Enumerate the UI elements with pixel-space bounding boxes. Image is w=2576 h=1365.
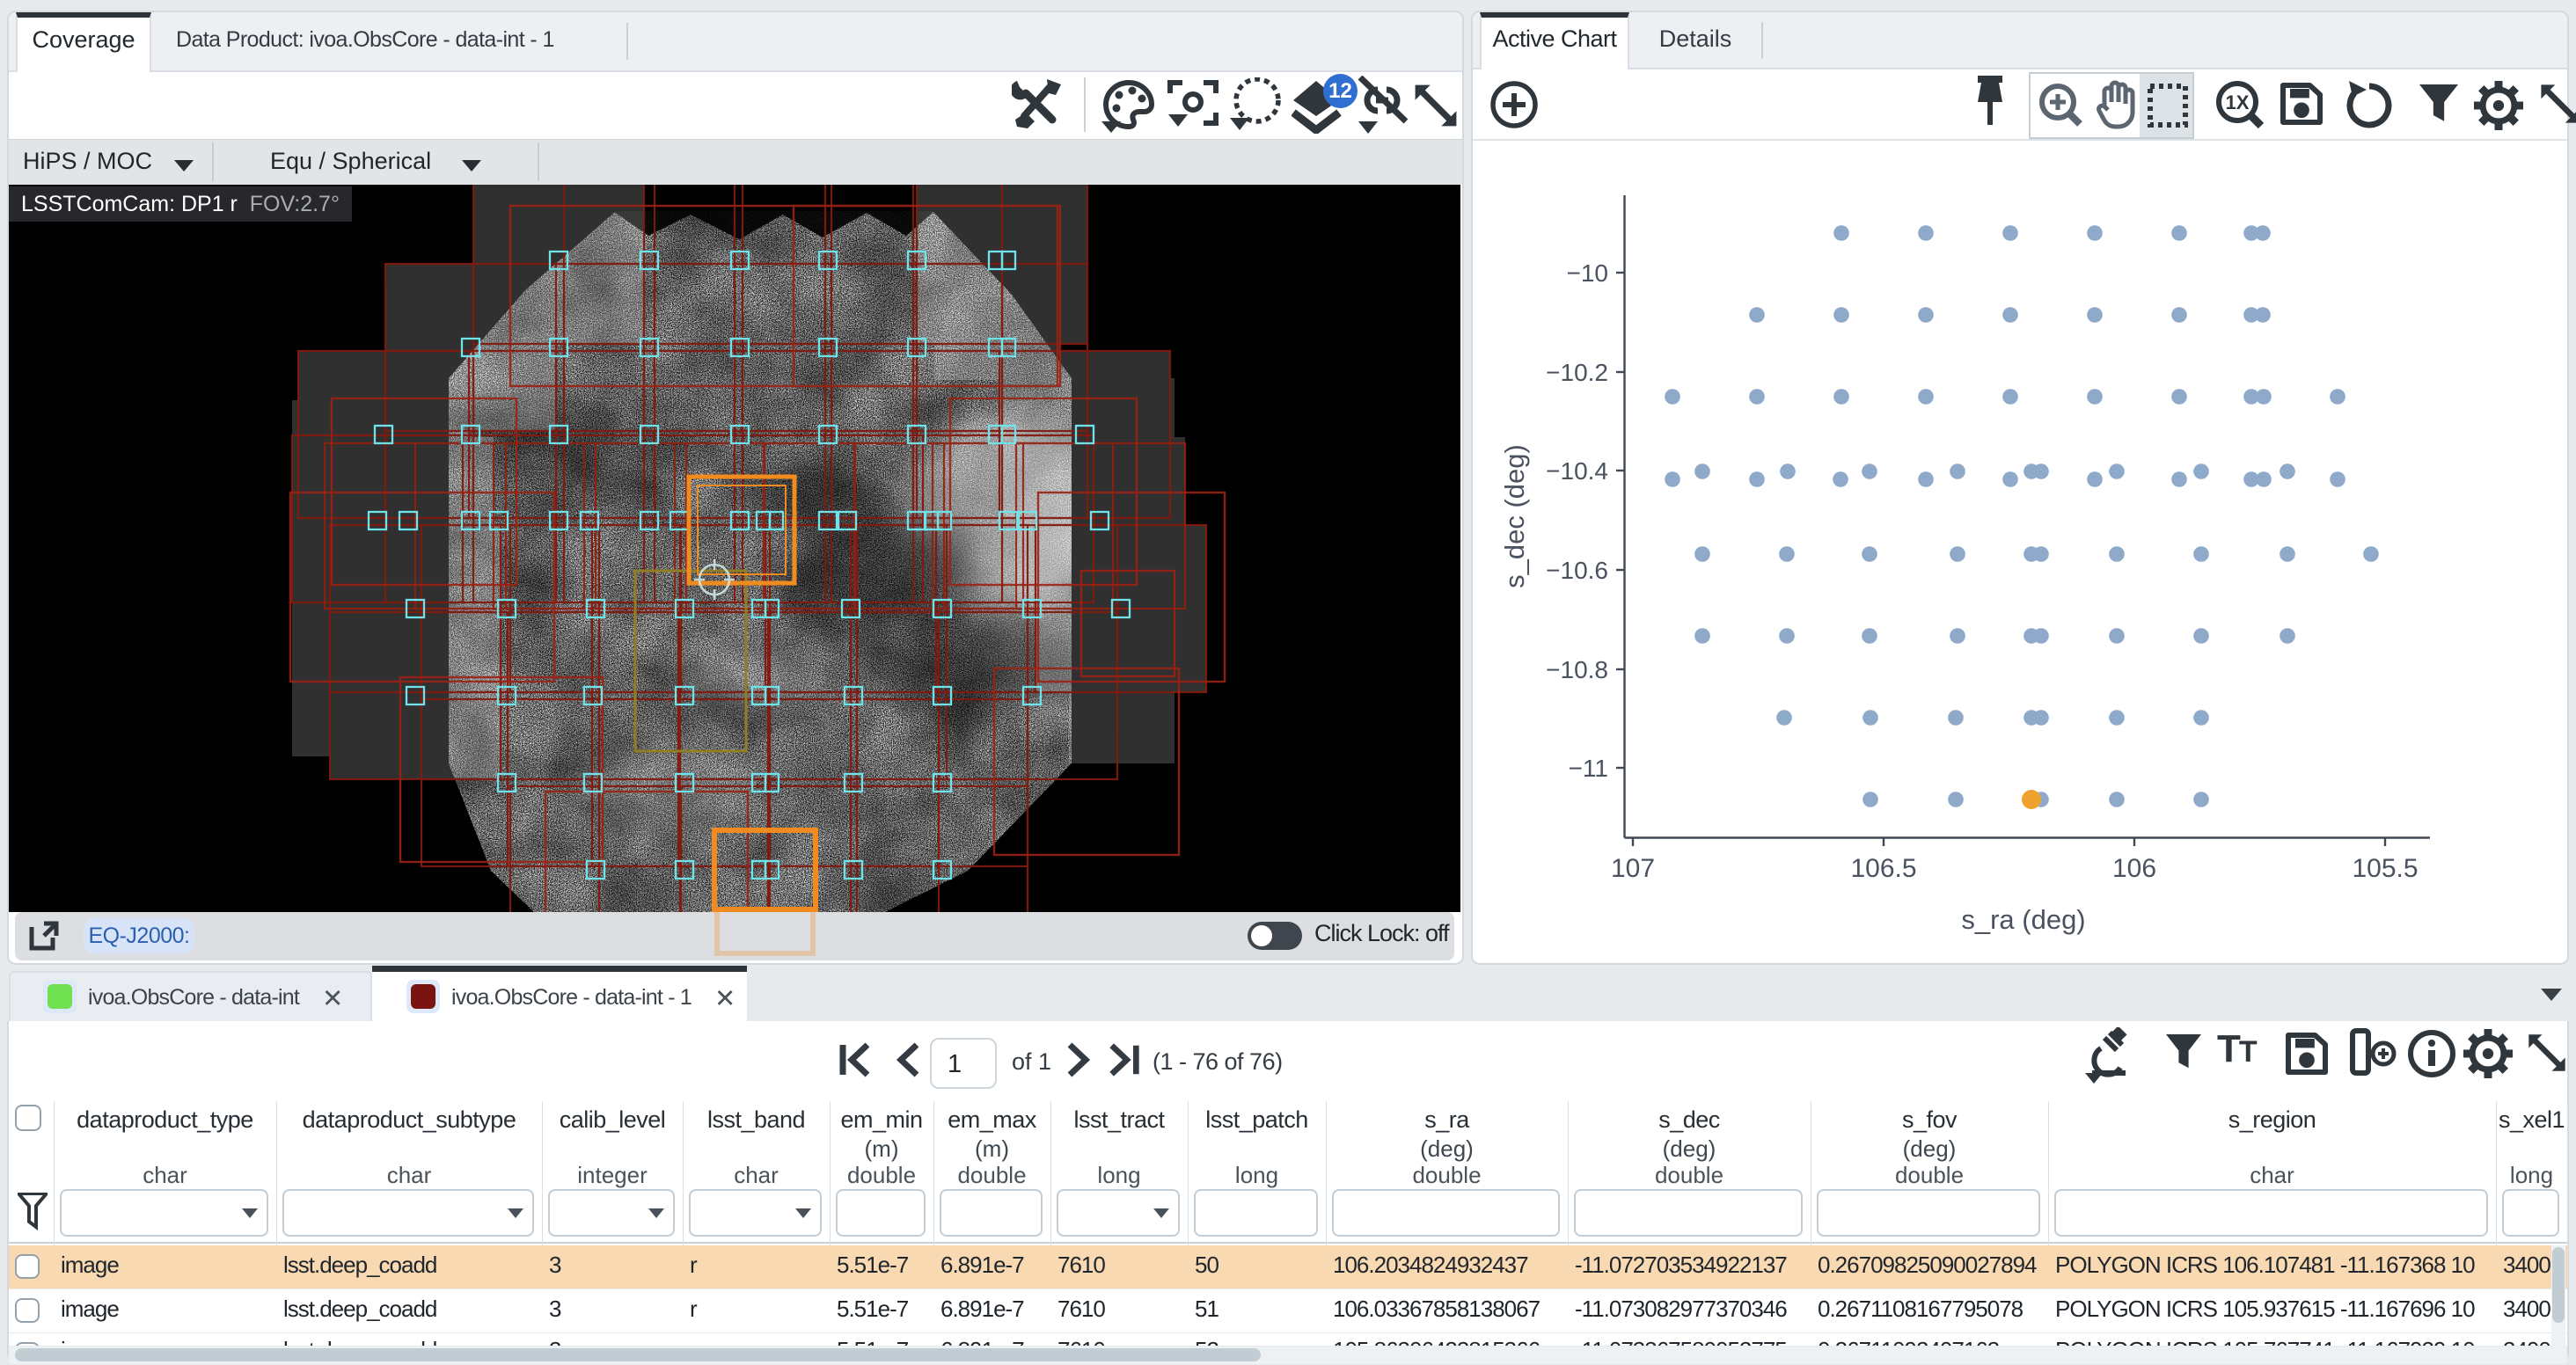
- svg-text:s_ra (deg): s_ra (deg): [1961, 904, 2085, 935]
- svg-text:−10: −10: [1567, 259, 1609, 287]
- svg-text:106.5: 106.5: [1850, 854, 1916, 883]
- svg-text:107: 107: [1611, 854, 1655, 883]
- svg-text:−11: −11: [1569, 755, 1608, 782]
- svg-text:106: 106: [2112, 854, 2156, 883]
- svg-text:−10.4: −10.4: [1546, 457, 1608, 485]
- svg-text:−10.2: −10.2: [1546, 359, 1608, 386]
- svg-text:s_dec (deg): s_dec (deg): [1499, 444, 1530, 588]
- svg-text:−10.8: −10.8: [1546, 656, 1608, 683]
- svg-text:−10.6: −10.6: [1546, 557, 1608, 584]
- svg-text:105.5: 105.5: [2352, 854, 2418, 883]
- svg-text:1X: 1X: [2226, 91, 2250, 113]
